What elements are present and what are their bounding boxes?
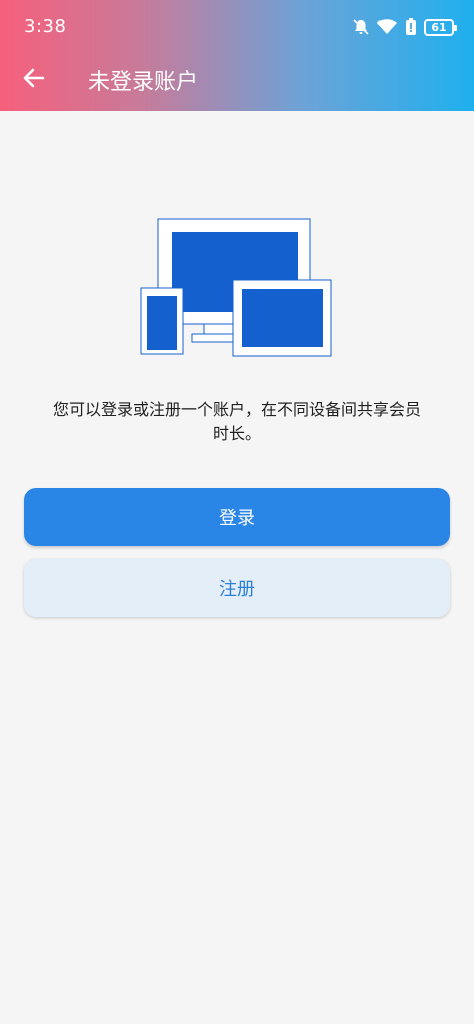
status-time: 3:38 <box>24 16 67 37</box>
battery-icon: 61 <box>424 18 457 36</box>
app-bar: 未登录账户 <box>0 54 474 111</box>
mute-bell-icon <box>352 18 370 36</box>
battery-saver-icon <box>404 18 418 36</box>
login-button[interactable]: 登录 <box>24 488 450 546</box>
page-title: 未登录账户 <box>88 70 199 95</box>
multi-device-icon <box>138 216 334 358</box>
arrow-left-icon <box>23 67 45 93</box>
status-bar: 3:38 6 61 <box>0 0 474 54</box>
back-button[interactable] <box>14 60 54 100</box>
svg-text:6: 6 <box>377 20 381 27</box>
status-icons: 6 61 <box>352 17 457 37</box>
info-message: 您可以登录或注册一个账户，在不同设备间共享会员时长。 <box>52 400 421 443</box>
register-button[interactable]: 注册 <box>24 559 450 617</box>
wifi-icon: 6 <box>376 18 398 36</box>
header: 3:38 6 61 未登录账户 <box>0 0 474 111</box>
